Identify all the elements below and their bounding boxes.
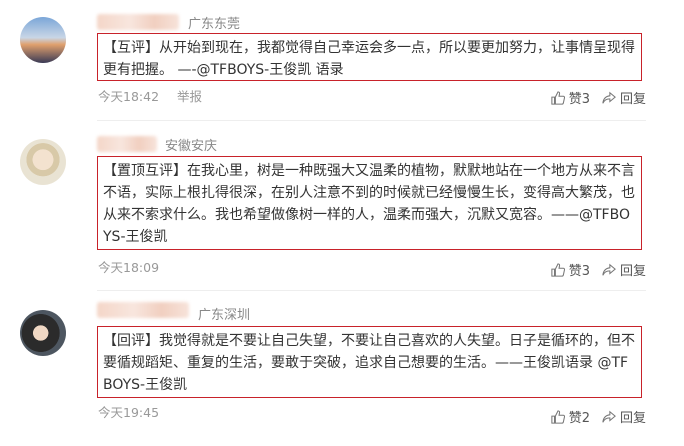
thumbs-up-icon — [551, 409, 565, 424]
report-link[interactable]: 举报 — [177, 89, 202, 104]
reply-label: 回复 — [619, 92, 646, 107]
username-blurred — [97, 14, 179, 30]
like-button[interactable]: 赞3 — [551, 260, 590, 279]
comment-body: 我觉得就是不要让自己失望，不要让自己喜欢的人失望。日子是循环的，但不要循规蹈矩、… — [103, 333, 635, 393]
comment-tag: 【置顶互评】 — [103, 163, 187, 179]
comment-time: 今天18:09 — [98, 260, 160, 275]
like-count: 赞3 — [568, 92, 590, 107]
user-location: 安徽安庆 — [165, 139, 218, 154]
thumbs-up-icon — [551, 262, 565, 277]
reply-label: 回复 — [619, 264, 646, 279]
like-count: 赞2 — [568, 411, 590, 426]
comment-meta: 今天18:42 举报 — [98, 86, 202, 105]
username-blurred — [97, 136, 157, 152]
avatar[interactable] — [20, 17, 66, 63]
thumbs-up-icon — [551, 90, 565, 105]
reply-label: 回复 — [619, 411, 646, 426]
user-location: 广东东莞 — [188, 17, 241, 32]
comment-meta: 今天18:09 — [98, 257, 159, 276]
comment-actions: 赞2 回复 — [539, 407, 646, 426]
share-arrow-icon — [602, 263, 616, 275]
comment-tag: 【回评】 — [103, 333, 159, 349]
share-arrow-icon — [602, 91, 616, 103]
user-location: 广东深圳 — [198, 308, 251, 323]
share-arrow-icon — [602, 410, 616, 422]
username-blurred — [97, 302, 189, 318]
comment-item: 广东深圳 【回评】我觉得就是不要让自己失望，不要让自己喜欢的人失望。日子是循环的… — [0, 290, 684, 446]
comment-text: 【置顶互评】在我心里，树是一种既强大又温柔的植物，默默地站在一个地方从来不言不语… — [97, 156, 642, 250]
reply-button[interactable]: 回复 — [602, 88, 646, 107]
like-button[interactable]: 赞2 — [551, 407, 590, 426]
comment-actions: 赞3 回复 — [539, 260, 646, 279]
comment-item: 广东东莞 【互评】从开始到现在，我都觉得自己幸运会多一点，所以要更加努力，让事情… — [0, 0, 684, 118]
avatar[interactable] — [20, 139, 66, 185]
comment-text: 【互评】从开始到现在，我都觉得自己幸运会多一点，所以要更加努力，让事情呈现得更有… — [97, 33, 642, 81]
reply-button[interactable]: 回复 — [602, 260, 646, 279]
comment-body: 从开始到现在，我都觉得自己幸运会多一点，所以要更加努力，让事情呈现得更有把握。 … — [103, 40, 635, 78]
reply-button[interactable]: 回复 — [602, 407, 646, 426]
comment-time: 今天19:45 — [98, 405, 160, 420]
comment-text: 【回评】我觉得就是不要让自己失望，不要让自己喜欢的人失望。日子是循环的，但不要循… — [97, 326, 642, 398]
avatar[interactable] — [20, 310, 66, 356]
comment-meta: 今天19:45 — [98, 402, 159, 421]
comment-time: 今天18:42 — [98, 89, 160, 104]
like-count: 赞3 — [568, 264, 590, 279]
comment-item: 安徽安庆 【置顶互评】在我心里，树是一种既强大又温柔的植物，默默地站在一个地方从… — [0, 120, 684, 290]
comment-tag: 【互评】 — [103, 40, 159, 56]
comment-actions: 赞3 回复 — [539, 88, 646, 107]
like-button[interactable]: 赞3 — [551, 88, 590, 107]
